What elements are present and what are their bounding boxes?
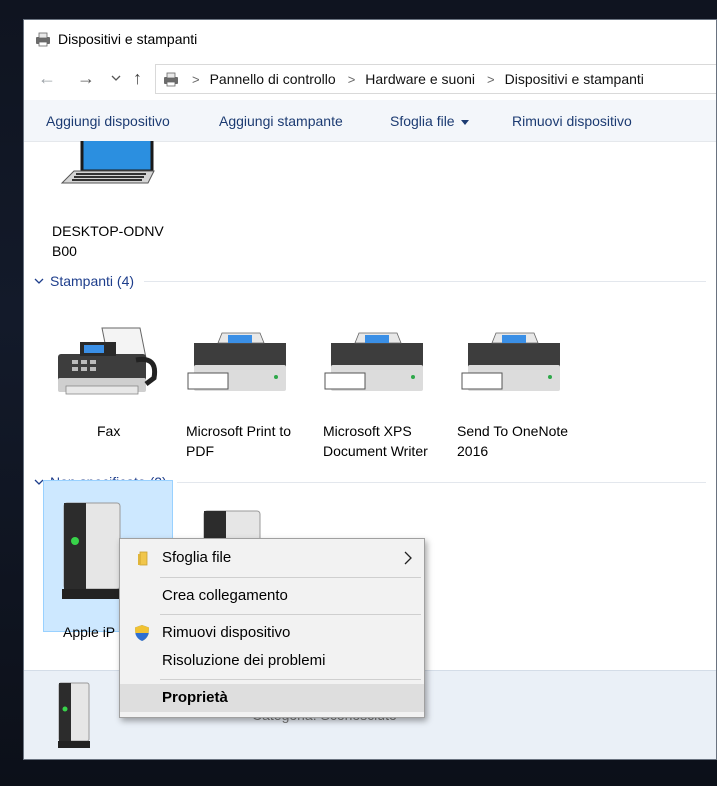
group-divider — [144, 280, 706, 282]
menu-item-properties[interactable]: Proprietà — [120, 684, 424, 712]
printer-name-xps-line1[interactable]: Microsoft XPS — [323, 421, 412, 441]
browse-files-label: Sfoglia file — [390, 113, 455, 129]
laptop-icon[interactable] — [52, 141, 160, 201]
address-bar[interactable]: > Pannello di controllo > Hardware e suo… — [155, 64, 716, 94]
device-name-apple[interactable]: Apple iP — [63, 622, 115, 642]
caret-down-icon — [460, 119, 469, 125]
menu-separator — [160, 577, 421, 578]
menu-label: Risoluzione dei problemi — [162, 652, 326, 669]
printer-icon[interactable] — [186, 329, 294, 395]
breadcrumb-control-panel[interactable]: Pannello di controllo — [210, 71, 336, 87]
browse-files-button[interactable]: Sfoglia file — [390, 113, 469, 129]
breadcrumb-hardware-sound[interactable]: Hardware e suoni — [365, 71, 475, 87]
unknown-device-icon[interactable] — [60, 497, 124, 601]
chevron-right-icon — [404, 551, 412, 565]
menu-separator — [160, 614, 421, 615]
arrow-right-icon[interactable]: → — [77, 68, 95, 88]
fax-icon[interactable] — [54, 326, 162, 398]
printer-name-onenote-line2[interactable]: 2016 — [457, 441, 488, 461]
printer-name-pdf-line2[interactable]: PDF — [186, 441, 214, 461]
printers-group-label: Stampanti (4) — [50, 273, 135, 289]
printer-icon[interactable] — [323, 329, 431, 395]
window-title: Dispositivi e stampanti — [58, 31, 198, 47]
printers-group-header[interactable]: Stampanti (4) — [34, 271, 706, 291]
menu-item-troubleshoot[interactable]: Risoluzione dei problemi — [120, 647, 424, 675]
menu-label: Crea collegamento — [162, 587, 288, 604]
chevron-down-icon[interactable] — [34, 276, 44, 286]
navigation-bar: ← → ↑ > Pannello di controllo > Hardware… — [24, 58, 716, 98]
printer-name-fax[interactable]: Fax — [97, 421, 120, 441]
menu-item-remove-device[interactable]: Rimuovi dispositivo — [120, 619, 424, 647]
chevron-right-icon[interactable]: > — [192, 72, 200, 87]
group-divider — [176, 481, 706, 483]
arrow-left-icon[interactable]: ← — [38, 68, 56, 88]
devices-printers-icon — [36, 32, 50, 47]
folder-icon — [138, 551, 148, 566]
control-panel-icon — [164, 72, 178, 87]
menu-item-create-shortcut[interactable]: Crea collegamento — [120, 582, 424, 610]
context-menu: Sfoglia file Crea collegamento Rimuovi d… — [119, 538, 425, 718]
printer-name-onenote-line1[interactable]: Send To OneNote — [457, 421, 568, 441]
printer-name-pdf-line1[interactable]: Microsoft Print to — [186, 421, 291, 441]
command-bar: Aggiungi dispositivo Aggiungi stampante … — [24, 100, 716, 142]
menu-separator — [160, 679, 421, 680]
printer-name-xps-line2[interactable]: Document Writer — [323, 441, 428, 461]
arrow-up-icon[interactable]: ↑ — [133, 68, 142, 88]
menu-label: Rimuovi dispositivo — [162, 624, 291, 641]
chevron-right-icon[interactable]: > — [348, 72, 356, 87]
menu-label: Proprietà — [162, 689, 228, 706]
menu-label: Sfoglia file — [162, 549, 232, 566]
chevron-down-icon[interactable] — [111, 74, 121, 82]
chevron-right-icon[interactable]: > — [487, 72, 495, 87]
breadcrumb-devices-printers[interactable]: Dispositivi e stampanti — [505, 71, 644, 87]
uac-shield-icon — [135, 625, 149, 641]
remove-device-button[interactable]: Rimuovi dispositivo — [512, 113, 632, 129]
computer-name-line2[interactable]: B00 — [52, 241, 77, 261]
add-printer-button[interactable]: Aggiungi stampante — [219, 113, 343, 129]
add-device-button[interactable]: Aggiungi dispositivo — [46, 113, 170, 129]
title-bar: Dispositivi e stampanti — [24, 20, 716, 58]
menu-item-browse-files[interactable]: Sfoglia file — [120, 544, 424, 572]
computer-name-line1[interactable]: DESKTOP-ODNV — [52, 221, 164, 241]
unknown-device-icon — [58, 682, 90, 748]
printer-icon[interactable] — [460, 329, 568, 395]
